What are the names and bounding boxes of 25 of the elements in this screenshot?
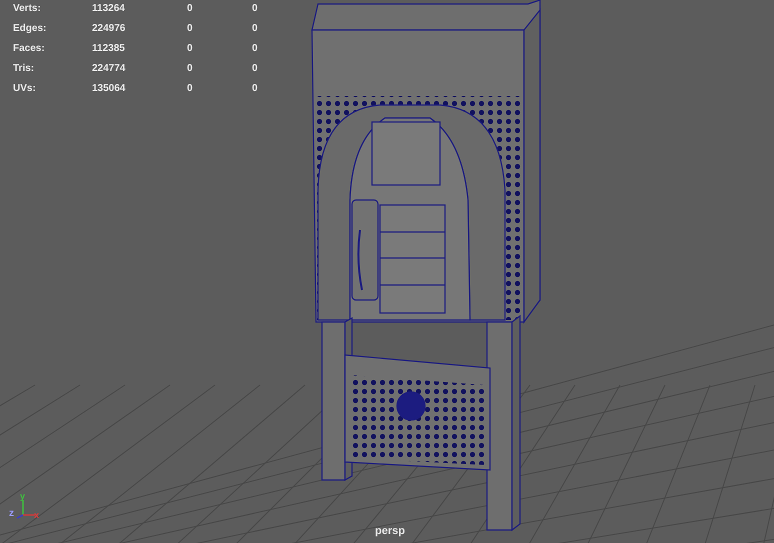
stat-value: 0	[187, 42, 194, 56]
stat-value: 0	[252, 82, 259, 96]
stat-label: Verts:	[12, 2, 42, 16]
axis-label: z	[9, 508, 14, 519]
stat-label: Faces:	[12, 42, 46, 56]
stat-value: 135064	[91, 82, 126, 96]
stat-value: 224976	[91, 22, 126, 36]
camera-label: persp	[375, 524, 405, 539]
stat-value: 113264	[91, 2, 126, 16]
stat-label: UVs:	[12, 82, 37, 96]
stat-value: 0	[187, 2, 194, 16]
stat-value: 224774	[91, 62, 126, 76]
stat-label: Tris:	[12, 62, 36, 76]
stat-value: 0	[252, 42, 259, 56]
stat-value: 0	[252, 62, 259, 76]
axis-label: y	[20, 491, 26, 501]
stat-value: 0	[187, 22, 194, 36]
axis-indicator	[16, 500, 35, 519]
stat-value: 0	[187, 62, 194, 76]
stat-value: 0	[187, 82, 194, 96]
stat-value: 112385	[91, 42, 126, 56]
stat-value: 0	[252, 22, 259, 36]
stat-value: 0	[252, 2, 259, 16]
stat-label: Edges:	[12, 22, 48, 36]
axis-label: x	[34, 510, 40, 520]
